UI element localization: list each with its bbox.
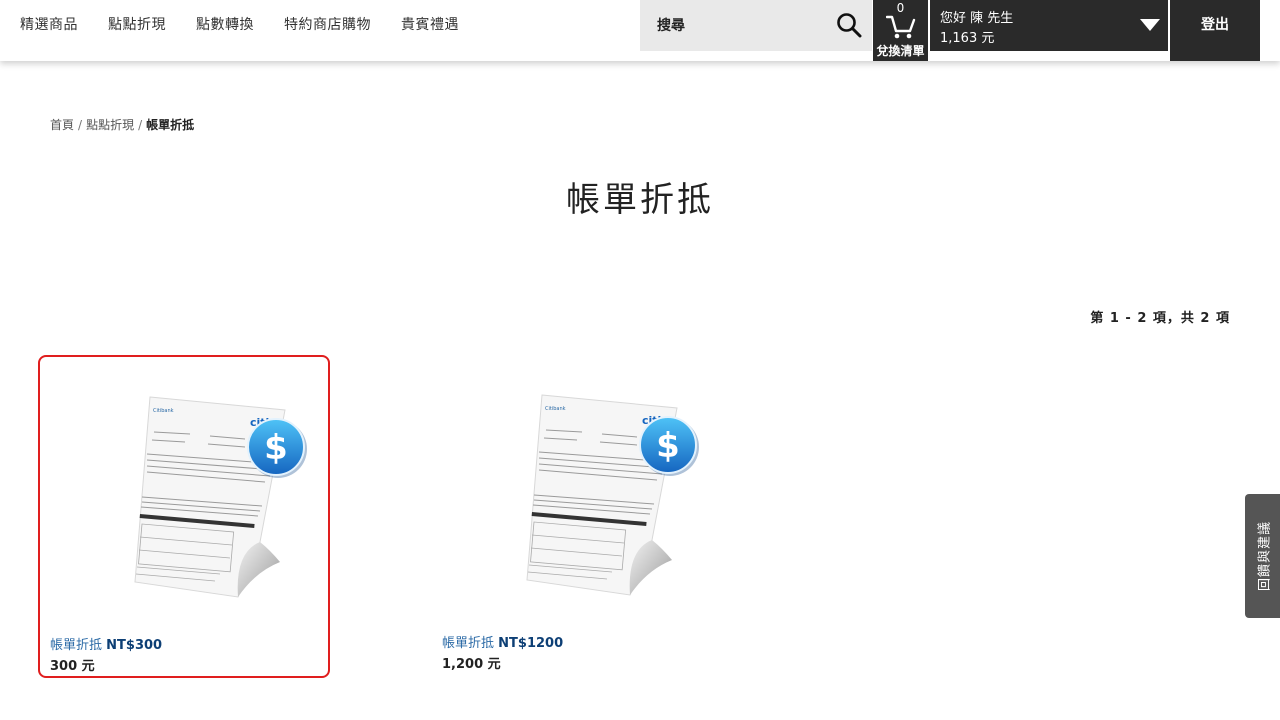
breadcrumb-home[interactable]: 首頁 [50, 118, 74, 132]
breadcrumb: 首頁 / 點點折現 / 帳單折抵 [50, 116, 194, 133]
product-name[interactable]: 帳單折抵 NT$300 [50, 634, 162, 653]
statement-brand-text: Citibank [545, 406, 566, 412]
product-title: 帳單折抵 [50, 638, 103, 653]
main-nav: 精選商品 點點折現 點數轉換 特約商店購物 貴賓禮遇 [20, 0, 489, 48]
user-greeting: 您好 陳 先生 [940, 11, 1014, 26]
search-input[interactable] [640, 0, 820, 51]
result-count: 第 1 - 2 項，共 2 項 [1090, 311, 1230, 326]
dollar-badge-icon: $ [656, 426, 680, 466]
statement-image: Citibank citi $ [134, 396, 307, 598]
breadcrumb-points-cash[interactable]: 點點折現 [86, 118, 134, 132]
user-menu[interactable]: 您好 陳 先生 1,163 元 [930, 0, 1168, 51]
site-header: 精選商品 點點折現 點數轉換 特約商店購物 貴賓禮遇 0 兌換清單 您好 陳 先… [0, 0, 1280, 61]
page-title: 帳單折抵 [566, 180, 714, 220]
nav-item-featured[interactable]: 精選商品 [20, 14, 78, 34]
product-price: 1,200 元 [442, 657, 501, 672]
product-card[interactable]: Citibank citi $ 帳單折抵 NT$300 300 元 [38, 355, 330, 678]
breadcrumb-separator: / [138, 118, 143, 132]
search-box [640, 0, 872, 51]
breadcrumb-current: 帳單折抵 [146, 118, 195, 132]
feedback-label: 回饋與建議 [1257, 520, 1272, 592]
product-card[interactable]: Citibank citi $ 帳單折抵 NT$1200 1,200 元 [432, 355, 724, 678]
statement-image: Citibank citi $ [526, 394, 699, 596]
cart-label: 兌換清單 [876, 44, 925, 58]
nav-item-points-convert[interactable]: 點數轉換 [196, 14, 254, 34]
product-name[interactable]: 帳單折抵 NT$1200 [442, 632, 563, 651]
redeem-list-button[interactable]: 0 兌換清單 [873, 0, 928, 61]
user-points-balance: 1,163 元 [940, 31, 995, 46]
product-variant: NT$300 [106, 638, 163, 653]
product-variant: NT$1200 [498, 636, 564, 651]
product-title: 帳單折抵 [442, 636, 495, 651]
statement-brand-text: Citibank [153, 408, 174, 414]
chevron-down-icon [1140, 19, 1160, 31]
logout-button[interactable]: 登出 [1170, 0, 1260, 61]
nav-item-partner-shopping[interactable]: 特約商店購物 [284, 14, 371, 34]
dollar-badge-icon: $ [264, 428, 288, 468]
search-icon[interactable] [836, 12, 862, 38]
feedback-tab[interactable]: 回饋與建議 [1245, 494, 1280, 618]
product-price: 300 元 [50, 659, 95, 674]
breadcrumb-separator: / [78, 118, 83, 132]
cart-icon [886, 15, 916, 39]
nav-item-points-cash[interactable]: 點點折現 [108, 14, 166, 34]
nav-item-vip[interactable]: 貴賓禮遇 [401, 14, 459, 34]
